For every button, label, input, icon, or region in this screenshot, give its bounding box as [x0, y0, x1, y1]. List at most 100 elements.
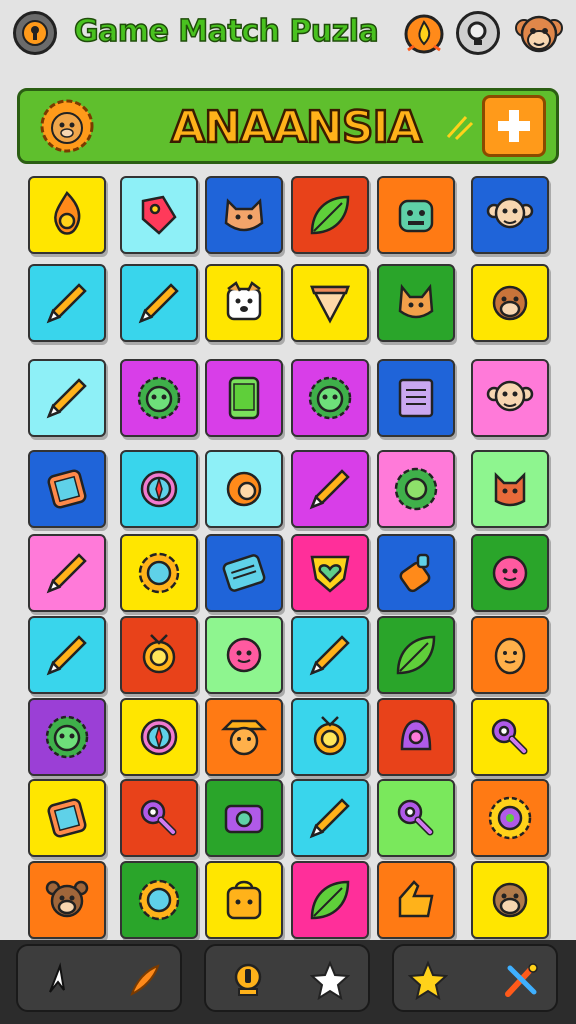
board-tile[interactable]	[28, 616, 106, 694]
board-tile[interactable]	[205, 176, 283, 254]
board-tile[interactable]	[205, 616, 283, 694]
board-tile[interactable]	[205, 861, 283, 939]
board-tile[interactable]	[205, 698, 283, 776]
board-tile[interactable]	[291, 176, 369, 254]
board-tile[interactable]	[291, 779, 369, 857]
crayon-icon	[46, 553, 87, 594]
gear-icon	[138, 879, 180, 921]
board-tile[interactable]	[205, 779, 283, 857]
crayon-icon	[46, 283, 87, 324]
board-tile[interactable]	[377, 176, 455, 254]
board-tile[interactable]	[205, 359, 283, 437]
squirrel-face-icon	[492, 285, 528, 321]
board-tile[interactable]	[205, 534, 283, 612]
board-tile[interactable]	[471, 534, 549, 612]
star-filled-icon	[408, 960, 448, 1000]
board-tile[interactable]	[471, 359, 549, 437]
board-tile[interactable]	[205, 450, 283, 528]
board-tile[interactable]	[291, 534, 369, 612]
board-tile[interactable]	[120, 861, 198, 939]
monkey-face-icon	[486, 197, 534, 229]
flame-icon	[54, 191, 81, 235]
board-tile[interactable]	[377, 534, 455, 612]
crayon-icon	[309, 635, 350, 676]
board-tile[interactable]	[120, 616, 198, 694]
phone-icon	[47, 469, 87, 509]
board-tile[interactable]	[377, 450, 455, 528]
crayon-icon	[309, 798, 350, 839]
gear-icon	[138, 552, 180, 594]
board-tile[interactable]	[120, 450, 198, 528]
board-tile[interactable]	[28, 698, 106, 776]
pointer-button[interactable]	[36, 956, 84, 1004]
star-outline-icon	[310, 960, 350, 1000]
board-tile[interactable]	[28, 450, 106, 528]
board-tile[interactable]	[28, 264, 106, 342]
board-tile[interactable]	[471, 616, 549, 694]
board-tile[interactable]	[28, 176, 106, 254]
board-tile[interactable]	[377, 359, 455, 437]
board-tile[interactable]	[28, 779, 106, 857]
medal-button[interactable]	[224, 956, 272, 1004]
board-tile[interactable]	[291, 616, 369, 694]
board-tile[interactable]	[471, 176, 549, 254]
medal-icon	[142, 634, 176, 674]
thumb-icon	[398, 880, 434, 918]
board-tile[interactable]	[120, 359, 198, 437]
board-tile[interactable]	[471, 779, 549, 857]
pizza-slice-icon	[309, 285, 351, 324]
key-icon	[491, 718, 528, 755]
board-tile[interactable]	[471, 698, 549, 776]
board-tile[interactable]	[120, 176, 198, 254]
board-tile[interactable]	[28, 861, 106, 939]
board-tile[interactable]	[120, 534, 198, 612]
toolbar-group-powerups	[392, 944, 558, 1012]
compass-icon	[140, 718, 178, 756]
robot-head-icon	[398, 199, 434, 233]
board-tile[interactable]	[205, 264, 283, 342]
lion-face-icon	[308, 376, 352, 420]
magic-button[interactable]	[498, 956, 546, 1004]
leaf-icon	[310, 195, 350, 235]
key-icon	[140, 799, 177, 836]
leaf-icon	[310, 880, 350, 920]
board-tile[interactable]	[377, 264, 455, 342]
board-tile[interactable]	[120, 698, 198, 776]
phone-icon	[47, 798, 87, 838]
dog-face-icon	[226, 281, 262, 321]
leaf-icon	[396, 635, 436, 675]
board-tile[interactable]	[291, 264, 369, 342]
fox-icon	[398, 283, 434, 319]
favorites-button[interactable]	[306, 956, 354, 1004]
key-icon	[397, 799, 434, 836]
flower-face-icon	[492, 555, 528, 591]
board-tile[interactable]	[28, 534, 106, 612]
compass-icon	[140, 470, 178, 508]
star-button[interactable]	[404, 956, 452, 1004]
lion-face-icon	[45, 715, 89, 759]
board-tile[interactable]	[120, 779, 198, 857]
bear-face-icon	[45, 880, 89, 918]
board-tile[interactable]	[28, 359, 106, 437]
board-tile[interactable]	[291, 450, 369, 528]
board-tile[interactable]	[120, 264, 198, 342]
board-tile[interactable]	[291, 861, 369, 939]
board-tile[interactable]	[291, 359, 369, 437]
board-tile[interactable]	[377, 698, 455, 776]
flower-face-icon	[226, 637, 262, 673]
camera-icon	[224, 804, 264, 834]
board-tile[interactable]	[377, 779, 455, 857]
egg-face-icon	[494, 637, 526, 675]
cat-face-icon	[224, 198, 264, 232]
notebook-icon	[398, 378, 434, 418]
board-tile[interactable]	[377, 861, 455, 939]
farmer-face-icon	[220, 719, 268, 756]
feather-button[interactable]	[120, 956, 168, 1004]
board-tile[interactable]	[471, 264, 549, 342]
board-tile[interactable]	[377, 616, 455, 694]
crayon-icon	[46, 378, 87, 419]
board-tile[interactable]	[471, 450, 549, 528]
medal-icon	[313, 716, 347, 756]
board-tile[interactable]	[471, 861, 549, 939]
board-tile[interactable]	[291, 698, 369, 776]
